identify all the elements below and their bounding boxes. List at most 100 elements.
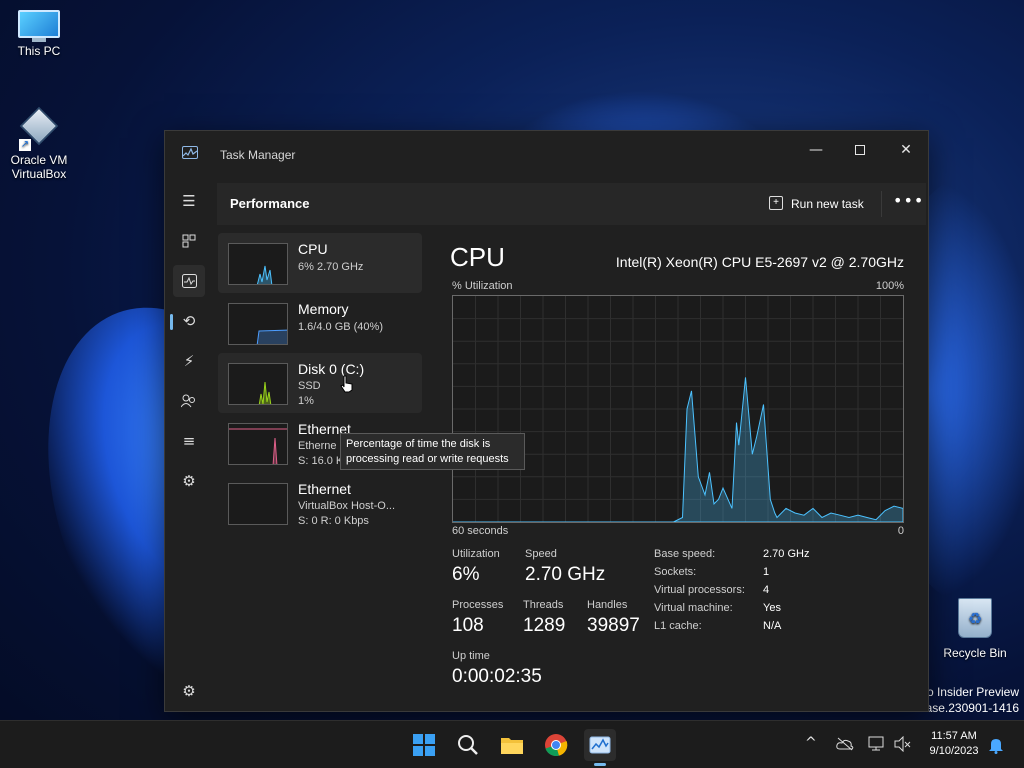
device-detail: 1.6/4.0 GB (40%)	[298, 321, 383, 333]
windows-logo-icon	[413, 734, 435, 756]
desktop-icon-virtualbox[interactable]: ↗ Oracle VM VirtualBox	[1, 105, 77, 181]
stat-label: Utilization	[452, 548, 500, 560]
watermark-line: ro Insider Preview	[922, 685, 1019, 699]
device-item-cpu[interactable]: CPU 6% 2.70 GHz	[218, 233, 422, 293]
app-history-icon[interactable]: ⟲	[173, 305, 205, 337]
stat-label: Threads	[523, 599, 564, 611]
stat-value: 1289	[523, 615, 566, 636]
device-detail: S: 16.0 K	[298, 455, 344, 467]
spec-value: 2.70 GHz	[763, 548, 810, 560]
spec-value: Yes	[763, 602, 781, 614]
startup-apps-icon[interactable]: ⚡	[173, 345, 205, 377]
device-detail: 1%	[298, 395, 314, 407]
minimize-button[interactable]: —	[793, 135, 839, 165]
cpu-graph-svg	[453, 296, 903, 522]
spec-label: Virtual machine:	[654, 602, 733, 614]
services-icon[interactable]: ⚙	[173, 465, 205, 497]
device-name: CPU	[298, 241, 328, 257]
device-detail: VirtualBox Host-O...	[298, 500, 395, 512]
clock-time: 11:57 AM	[931, 730, 977, 742]
task-manager-icon	[589, 736, 611, 754]
stat-value: 39897	[587, 615, 640, 636]
stat-label: Handles	[587, 599, 628, 611]
search-button[interactable]	[452, 729, 484, 761]
desktop-icon-this-pc[interactable]: This PC	[1, 10, 77, 58]
device-name: Ethernet	[298, 481, 351, 497]
start-button[interactable]	[408, 729, 440, 761]
page-title: Performance	[230, 196, 310, 211]
close-button[interactable]: ✕	[883, 135, 929, 165]
spec-label: Base speed:	[654, 548, 716, 560]
clock-date: 9/10/2023	[929, 745, 979, 757]
file-explorer-button[interactable]	[496, 729, 528, 761]
window-title: Task Manager	[220, 148, 296, 162]
details-icon[interactable]: ≡	[173, 425, 205, 457]
stat-value: 6%	[452, 564, 480, 585]
recycle-bin-icon: ♻	[958, 598, 992, 638]
disk-thumbnail-graph	[228, 363, 288, 405]
stat-uptime: Up time 0:00:02:35	[452, 650, 542, 688]
settings-icon[interactable]: ⚙	[173, 675, 205, 707]
tooltip-line: Percentage of time the disk is	[346, 438, 491, 450]
task-manager-icon	[182, 146, 198, 159]
spec-label: L1 cache:	[654, 620, 702, 632]
virtualbox-icon: ↗	[19, 106, 59, 151]
chrome-icon	[545, 734, 568, 757]
page-header: Performance + Run new task •••	[217, 183, 926, 225]
watermark-line: ease.230901-1416	[918, 701, 1019, 715]
run-new-task-label: Run new task	[791, 197, 864, 211]
onedrive-icon[interactable]	[836, 737, 854, 751]
device-item-memory[interactable]: Memory 1.6/4.0 GB (40%)	[218, 293, 422, 353]
users-icon[interactable]	[173, 385, 205, 417]
run-new-task-button[interactable]: + Run new task	[767, 192, 864, 216]
ethernet-thumbnail-graph	[228, 483, 288, 525]
device-detail: SSD	[298, 380, 321, 392]
active-app-indicator	[594, 763, 606, 766]
desktop-icon-label: Recycle Bin	[943, 646, 1007, 660]
maximize-button[interactable]	[837, 135, 883, 165]
cpu-thumbnail-graph	[228, 243, 288, 285]
device-item-disk[interactable]: Disk 0 (C:) SSD 1%	[218, 353, 422, 413]
utilization-max-label: 100%	[875, 280, 904, 292]
device-detail: 6% 2.70 GHz	[298, 261, 364, 273]
stat-label: Processes	[452, 599, 504, 611]
stat-label: Up time	[452, 650, 490, 662]
clock[interactable]: 11:57 AM 9/10/2023	[918, 729, 990, 759]
more-options-button[interactable]: •••	[893, 189, 923, 217]
stat-threads: Threads 1289	[523, 599, 565, 637]
desktop-icon-recycle-bin[interactable]: ♻ Recycle Bin	[937, 598, 1013, 660]
device-item-ethernet-2[interactable]: Ethernet VirtualBox Host-O... S: 0 R: 0 …	[218, 473, 422, 533]
processes-icon[interactable]	[173, 225, 205, 257]
stat-value: 2.70 GHz	[525, 564, 606, 585]
task-manager-taskbar-button[interactable]	[584, 729, 616, 761]
spec-value: 1	[763, 566, 770, 578]
volume-muted-icon[interactable]	[894, 736, 912, 752]
spec-label: Virtual processors:	[654, 584, 745, 596]
graph-time-window-label: 60 seconds	[452, 525, 509, 537]
device-detail: S: 0 R: 0 Kbps	[298, 515, 369, 527]
hand-cursor-icon	[340, 375, 353, 393]
stat-handles: Handles 39897	[587, 599, 640, 637]
stat-utilization: Utilization 6%	[452, 548, 500, 586]
header-divider	[881, 191, 882, 217]
cpu-title: CPU	[450, 242, 505, 272]
device-name: Memory	[298, 301, 349, 317]
chrome-button[interactable]	[540, 729, 572, 761]
stat-processes: Processes 108	[452, 599, 503, 637]
ethernet-thumbnail-graph	[228, 423, 288, 465]
notification-bell-icon[interactable]	[988, 736, 1004, 754]
performance-icon[interactable]	[173, 265, 205, 297]
network-icon[interactable]	[868, 736, 886, 752]
taskbar: ^ 11:57 AM 9/10/2023	[0, 720, 1024, 768]
cpu-utilization-graph	[452, 295, 904, 523]
stat-label: Speed	[525, 548, 557, 560]
device-detail: Etherne	[298, 440, 337, 452]
utilization-axis-label: % Utilization	[452, 280, 513, 292]
cpu-model: Intel(R) Xeon(R) CPU E5-2697 v2 @ 2.70GH…	[615, 254, 904, 270]
tooltip-line: processing read or write requests	[346, 453, 509, 465]
show-hidden-icons-icon[interactable]: ^	[805, 735, 817, 751]
desktop-icon-label: Oracle VM VirtualBox	[10, 153, 68, 181]
title-bar[interactable]: Task Manager — ✕	[165, 131, 928, 175]
maximize-icon	[855, 145, 865, 155]
hamburger-menu-icon[interactable]: ☰	[173, 185, 205, 217]
